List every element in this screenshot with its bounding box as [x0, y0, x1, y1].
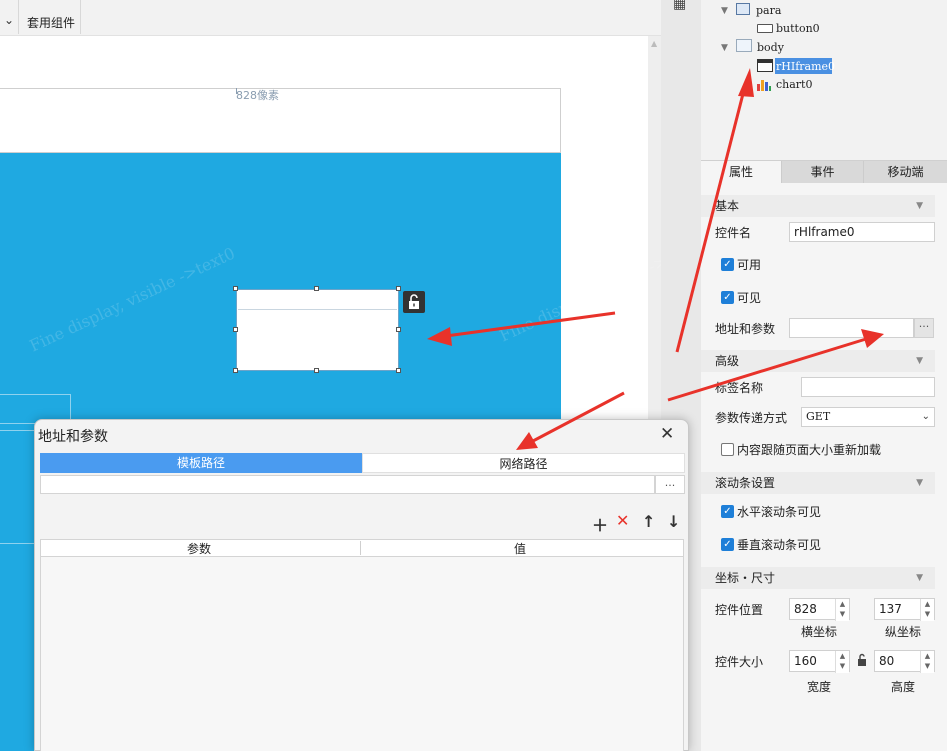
annotation-arrow-head — [427, 327, 452, 346]
annotation-arrow — [667, 337, 867, 402]
annotation-arrow-head — [861, 329, 884, 348]
annotation-arrow — [532, 391, 625, 443]
annotation-arrows — [427, 68, 884, 450]
annotation-arrow — [675, 85, 747, 353]
annotation-arrow-head — [738, 68, 754, 97]
annotation-arrow — [445, 311, 616, 338]
